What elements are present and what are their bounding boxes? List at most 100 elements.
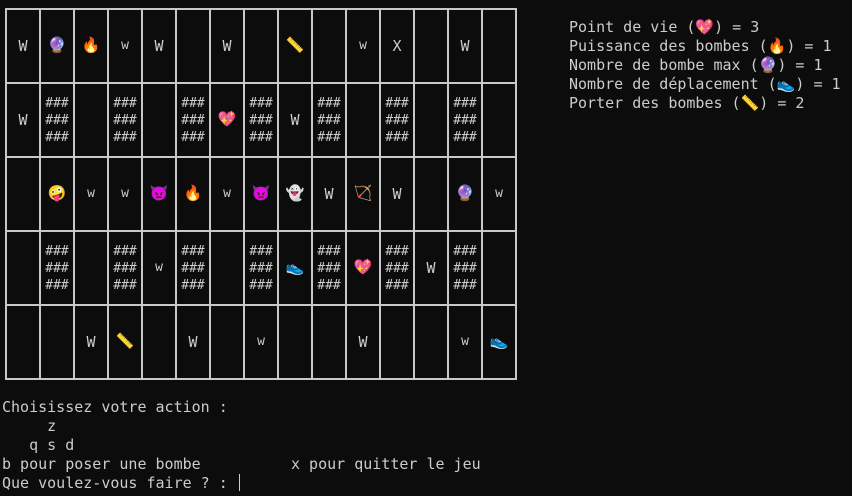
weak-wall-cell: w [345, 8, 381, 84]
item-cell: 🔮 [39, 8, 75, 84]
weak-wall-cell: w [73, 156, 109, 232]
indestructible-block-cell: ### ### ### [379, 82, 415, 158]
board-row: W 📏 Ww Ww 👟 [5, 304, 517, 380]
item-cell: 📏 [107, 304, 143, 380]
item-cell: 🏹 [345, 156, 381, 232]
empty-cell [413, 304, 449, 380]
empty-cell [481, 8, 517, 84]
item-cell: 👿 [141, 156, 177, 232]
weak-wall-cell: w [107, 156, 143, 232]
fire-icon: 🔥 [183, 184, 203, 202]
player-face-icon: 🤪 [47, 184, 67, 202]
indestructible-block-cell: ### ### ### [107, 82, 143, 158]
empty-cell [5, 230, 41, 306]
bomb-icon: 🔮 [47, 36, 67, 54]
devil-enemy-icon: 👿 [251, 184, 271, 202]
weak-wall-cell: w [141, 230, 177, 306]
indestructible-block-cell: ### ### ### [39, 230, 75, 306]
wall-cell: W [345, 304, 381, 380]
wall-cell: W [277, 82, 313, 158]
ghost-enemy-icon: 👻 [285, 184, 305, 202]
item-cell: 👻 [277, 156, 313, 232]
keys-row-hint: q s d [2, 436, 75, 454]
stat-hit-points: Point de vie (💖) = 3 [569, 18, 760, 36]
wall-cell: W [141, 8, 177, 84]
indestructible-block-cell: ### ### ### [379, 230, 415, 306]
game-board: W 🔮 🔥 w W W 📏 w X W W ### ### ### ### ### ### ### ###… [5, 8, 517, 380]
weak-wall-cell: w [447, 304, 483, 380]
empty-cell [5, 304, 41, 380]
board-row: W 🔮 🔥 w W W 📏 w X W [5, 8, 517, 84]
board-row: W ### ### ### ### ### ### ### ### ### 💖 ### #… [5, 82, 517, 158]
empty-cell [277, 304, 313, 380]
key-up-hint: z [2, 417, 57, 435]
item-cell: 💖 [209, 82, 245, 158]
text-cursor[interactable] [238, 474, 240, 491]
item-cell: 👿 [243, 156, 279, 232]
empty-cell [209, 304, 245, 380]
shoe-icon: 👟 [489, 332, 509, 350]
indestructible-block-cell: ### ### ### [243, 230, 279, 306]
stick-icon: 📏 [285, 36, 305, 54]
item-cell: 🔥 [73, 8, 109, 84]
action-prompt-title: Choisissez votre action : [2, 398, 228, 416]
empty-cell [413, 156, 449, 232]
shoe-icon: 👟 [285, 258, 305, 276]
indestructible-block-cell: ### ### ### [39, 82, 75, 158]
bomb-icon: 🔮 [455, 184, 475, 202]
heart-icon: 💖 [217, 110, 237, 128]
indestructible-block-cell: ### ### ### [447, 82, 483, 158]
indestructible-block-cell: ### ### ### [107, 230, 143, 306]
wall-cell: W [209, 8, 245, 84]
terminal-console: Choisissez votre action : z q s d b pour… [2, 398, 481, 493]
empty-cell [311, 8, 347, 84]
item-cell: 📏 [277, 8, 313, 84]
indestructible-block-cell: ### ### ### [243, 82, 279, 158]
weak-wall-cell: w [481, 156, 517, 232]
item-cell: 👟 [277, 230, 313, 306]
board-row: 🤪 w w 👿 🔥 w 👿 👻 W 🏹 W 🔮 w [5, 156, 517, 232]
board-row: ### ### ### ### ### ### w ### ### ### ### ##… [5, 230, 517, 306]
stat-carry-bombs: Porter des bombes (📏) = 2 [569, 94, 805, 112]
stat-max-bombs: Nombre de bombe max (🔮) = 1 [569, 56, 823, 74]
bomb-hint: b pour poser une bombe [2, 455, 201, 473]
exit-cell: X [379, 8, 415, 84]
item-cell: 👟 [481, 304, 517, 380]
indestructible-block-cell: ### ### ### [311, 82, 347, 158]
stick-icon: 📏 [115, 332, 135, 350]
wall-cell: W [175, 304, 211, 380]
empty-cell [141, 304, 177, 380]
item-cell: 🔥 [175, 156, 211, 232]
indestructible-block-cell: ### ### ### [175, 230, 211, 306]
bow-icon: 🏹 [353, 184, 373, 202]
wall-cell: W [379, 156, 415, 232]
item-cell: 💖 [345, 230, 381, 306]
weak-wall-cell: w [209, 156, 245, 232]
quit-hint: x pour quitter le jeu [291, 455, 481, 473]
empty-cell [413, 8, 449, 84]
devil-enemy-icon: 👿 [149, 184, 169, 202]
wall-cell: W [413, 230, 449, 306]
weak-wall-cell: w [243, 304, 279, 380]
command-hints: b pour poser une bombe x pour quitter le… [2, 455, 481, 474]
stat-moves: Nombre de déplacement (👟) = 1 [569, 75, 841, 93]
empty-cell [209, 230, 245, 306]
empty-cell [345, 82, 381, 158]
stat-bomb-power: Puissance des bombes (🔥) = 1 [569, 37, 832, 55]
input-line[interactable]: Que voulez-vous faire ? : [2, 474, 481, 493]
wall-cell: W [5, 82, 41, 158]
item-cell: 🔮 [447, 156, 483, 232]
empty-cell [73, 82, 109, 158]
input-question: Que voulez-vous faire ? : [2, 474, 237, 492]
empty-cell [141, 82, 177, 158]
empty-cell [73, 230, 109, 306]
empty-cell [311, 304, 347, 380]
empty-cell [5, 156, 41, 232]
wall-cell: W [5, 8, 41, 84]
empty-cell [243, 8, 279, 84]
fire-icon: 🔥 [81, 36, 101, 54]
empty-cell [481, 230, 517, 306]
item-cell: 🤪 [39, 156, 75, 232]
wall-cell: W [447, 8, 483, 84]
indestructible-block-cell: ### ### ### [447, 230, 483, 306]
